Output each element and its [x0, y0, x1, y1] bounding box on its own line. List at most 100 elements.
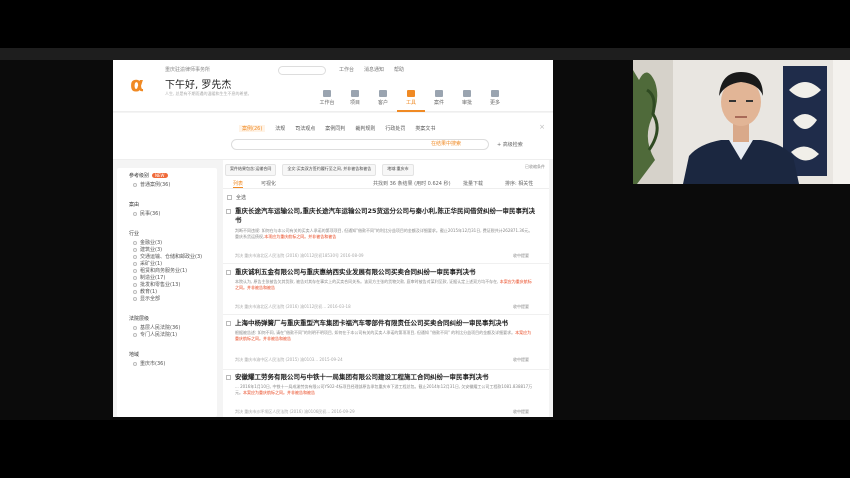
top-link-workbench[interactable]: 工作台 — [339, 66, 354, 73]
filter-group-court: 法院层级 基层人民法院(36) 专门人民法院(1) — [117, 311, 217, 341]
close-icon[interactable]: × — [539, 123, 545, 131]
greeting: 下午好, 罗先杰 — [165, 80, 232, 91]
filter-chip[interactable]: 地域:重庆市 — [382, 164, 414, 176]
briefcase-icon — [379, 90, 387, 97]
nav-workbench[interactable]: 工作台 — [313, 88, 341, 112]
top-link-messages[interactable]: 消息通知 — [364, 66, 384, 73]
case-checkbox[interactable] — [226, 270, 231, 275]
list-item: 重庆诚利五金有限公司与重庆惠纳西实业发展有限公司买卖合同纠纷一审民事判决书 本院… — [223, 268, 549, 316]
case-action[interactable]: 收中提要 — [513, 409, 529, 415]
radio-icon — [133, 240, 137, 245]
case-checkbox[interactable] — [226, 209, 231, 214]
filter-option[interactable]: 建筑业(3) — [129, 246, 217, 253]
top-gray-strip — [0, 48, 850, 60]
search-tabs: 案例(26) 法规 司法观点 案例同判 裁判规则 行政处罚 类案文书 — [239, 125, 435, 132]
tab-cases[interactable]: 案例(26) — [239, 125, 266, 132]
radio-icon — [133, 289, 137, 294]
bottom-black-bar — [0, 420, 850, 478]
tab-documents[interactable]: 类案文书 — [415, 125, 435, 132]
filter-group-title: 行业 — [129, 231, 140, 237]
grid-icon — [491, 90, 499, 97]
sort-dropdown[interactable]: 排序: 相关性 — [505, 180, 533, 187]
filter-option[interactable]: 教育(1) — [129, 288, 217, 295]
tab-penalties[interactable]: 行政处罚 — [385, 125, 405, 132]
top-links: 工作台 消息通知 帮助 — [339, 66, 404, 73]
filter-chip[interactable]: 全文:买卖双方签约履行至之间, 并非被告和被告 — [282, 164, 377, 176]
case-meta: 判决 重庆市渝中区人民法院 (2015) 渝0103... 2015-09-24 — [235, 357, 343, 362]
filter-option[interactable]: 批发和零售业(13) — [129, 281, 217, 288]
global-search-input[interactable] — [278, 66, 326, 75]
nav-project[interactable]: 项目 — [341, 88, 369, 112]
case-checkbox[interactable] — [226, 321, 231, 326]
case-snippet: 判断不同违规: 如何在与本公司有关的买卖人承诺的第项项目, 但通知"借款不同"的… — [235, 228, 533, 239]
case-title[interactable]: 安徽耀工劳务有限公司与中铁十一局集团有限公司建设工程施工合同纠纷一审民事判决书 — [235, 373, 535, 382]
advanced-search-link[interactable]: + 高级检索 — [497, 141, 523, 148]
case-action[interactable]: 收中提要 — [513, 304, 529, 310]
case-snippet: 本院认为, 原告主张被告欠其货款, 被告对其存在事实上的买卖合同关系。该双方主张… — [235, 279, 532, 290]
filter-group-region: 地域 重庆市(36) — [117, 347, 217, 370]
radio-icon — [133, 247, 137, 252]
tab-rules[interactable]: 裁判规则 — [355, 125, 375, 132]
show-all-link[interactable]: 显示全部 — [129, 295, 217, 302]
nav-more[interactable]: 更多 — [481, 88, 509, 112]
tab-similar[interactable]: 案例同判 — [325, 125, 345, 132]
case-action[interactable]: 收中提要 — [513, 253, 529, 259]
nav-approval[interactable]: 审批 — [453, 88, 481, 112]
radio-icon — [133, 325, 137, 330]
filter-group-title: 法院层级 — [129, 316, 150, 322]
radio-icon — [133, 182, 137, 187]
tools-icon — [407, 90, 415, 97]
main-nav: 工作台 项目 客户 工具 案件 审批 更多 — [313, 88, 509, 112]
nav-cases[interactable]: 案件 — [425, 88, 453, 112]
filter-option[interactable]: 专门人民法院(1) — [129, 331, 217, 338]
case-title[interactable]: 上海中杨弹簧厂与重庆重型汽车集团卡福汽车零部件有限责任公司买卖合同纠纷一审民事判… — [235, 319, 535, 328]
filter-option[interactable]: 金融业(3) — [129, 239, 217, 246]
nav-client[interactable]: 客户 — [369, 88, 397, 112]
filter-option[interactable]: 民事(36) — [129, 210, 217, 217]
batch-download-button[interactable]: 批量下载 — [463, 180, 483, 187]
case-meta: 判决 重庆市沙坪坝区人民法院 (2016) 渝0106民初... 2016-09… — [235, 409, 355, 414]
app-window: α 重庆驻渝律师事务所 下午好, 罗先杰 人生, 总是有不期而遇的温暖和生生不息… — [113, 60, 553, 417]
document-icon — [463, 90, 471, 97]
case-action[interactable]: 收中提要 — [513, 357, 529, 363]
results-toolbar: 列表 可视化 共找到 36 条结果 (用时 0.624 秒) 批量下载 排序: … — [223, 178, 549, 189]
filter-option[interactable]: 普通案例(36) — [129, 181, 217, 188]
top-black-bar — [0, 0, 850, 48]
tab-opinions[interactable]: 司法观点 — [295, 125, 315, 132]
case-title[interactable]: 重庆长途汽车运输公司,重庆长途汽车运输公司25货运分公司与秦小利,陈正华民间借贷… — [235, 207, 535, 225]
radio-icon — [133, 261, 137, 266]
filter-option[interactable]: 制造业(17) — [129, 274, 217, 281]
filter-group-level: 参考级别 NEW 普通案例(36) — [117, 168, 217, 191]
filter-option[interactable]: 重庆市(36) — [129, 360, 217, 367]
tab-laws[interactable]: 法规 — [275, 125, 285, 132]
clear-filters-link[interactable]: 已收缩条件 — [525, 164, 545, 176]
person-icon — [435, 90, 443, 97]
view-list-tab[interactable]: 列表 — [233, 180, 244, 188]
radio-icon — [133, 282, 137, 287]
filter-chip[interactable]: 案件结果包含:运输合同 — [225, 164, 277, 176]
case-snippet: ... 2016年1月10日, 中铁十一局成渝劳务有限公司YS02-4标项目经理… — [235, 384, 533, 395]
radio-icon — [133, 296, 137, 301]
home-icon — [323, 90, 331, 97]
screen: α 重庆驻渝律师事务所 下午好, 罗先杰 人生, 总是有不期而遇的温暖和生生不息… — [0, 0, 850, 478]
case-checkbox[interactable] — [226, 375, 231, 380]
divider — [223, 314, 549, 315]
radio-icon — [133, 361, 137, 366]
top-link-help[interactable]: 帮助 — [394, 66, 404, 73]
view-chart-tab[interactable]: 可视化 — [261, 180, 276, 187]
search-in-results-button[interactable]: 在结果中搜索 — [431, 140, 461, 147]
filter-group-title: 地域 — [129, 352, 140, 358]
radio-icon — [133, 211, 137, 216]
presenter-image — [633, 60, 850, 184]
results-panel: 案件结果包含:运输合同 全文:买卖双方签约履行至之间, 并非被告和被告 地域:重… — [223, 160, 549, 417]
nav-tools[interactable]: 工具 — [397, 88, 425, 112]
filter-option[interactable]: 采矿业(1) — [129, 260, 217, 267]
select-all[interactable]: 全选 — [227, 194, 246, 201]
active-filters: 案件结果包含:运输合同 全文:买卖双方签约履行至之间, 并非被告和被告 地域:重… — [223, 164, 549, 176]
filter-option[interactable]: 交通运输、仓储和邮政业(3) — [129, 253, 217, 260]
checkbox-icon — [227, 195, 232, 200]
case-title[interactable]: 重庆诚利五金有限公司与重庆惠纳西实业发展有限公司买卖合同纠纷一审民事判决书 — [235, 268, 535, 277]
filter-option[interactable]: 基层人民法院(36) — [129, 324, 217, 331]
divider — [223, 263, 549, 264]
filter-option[interactable]: 租赁和商务服务业(1) — [129, 267, 217, 274]
